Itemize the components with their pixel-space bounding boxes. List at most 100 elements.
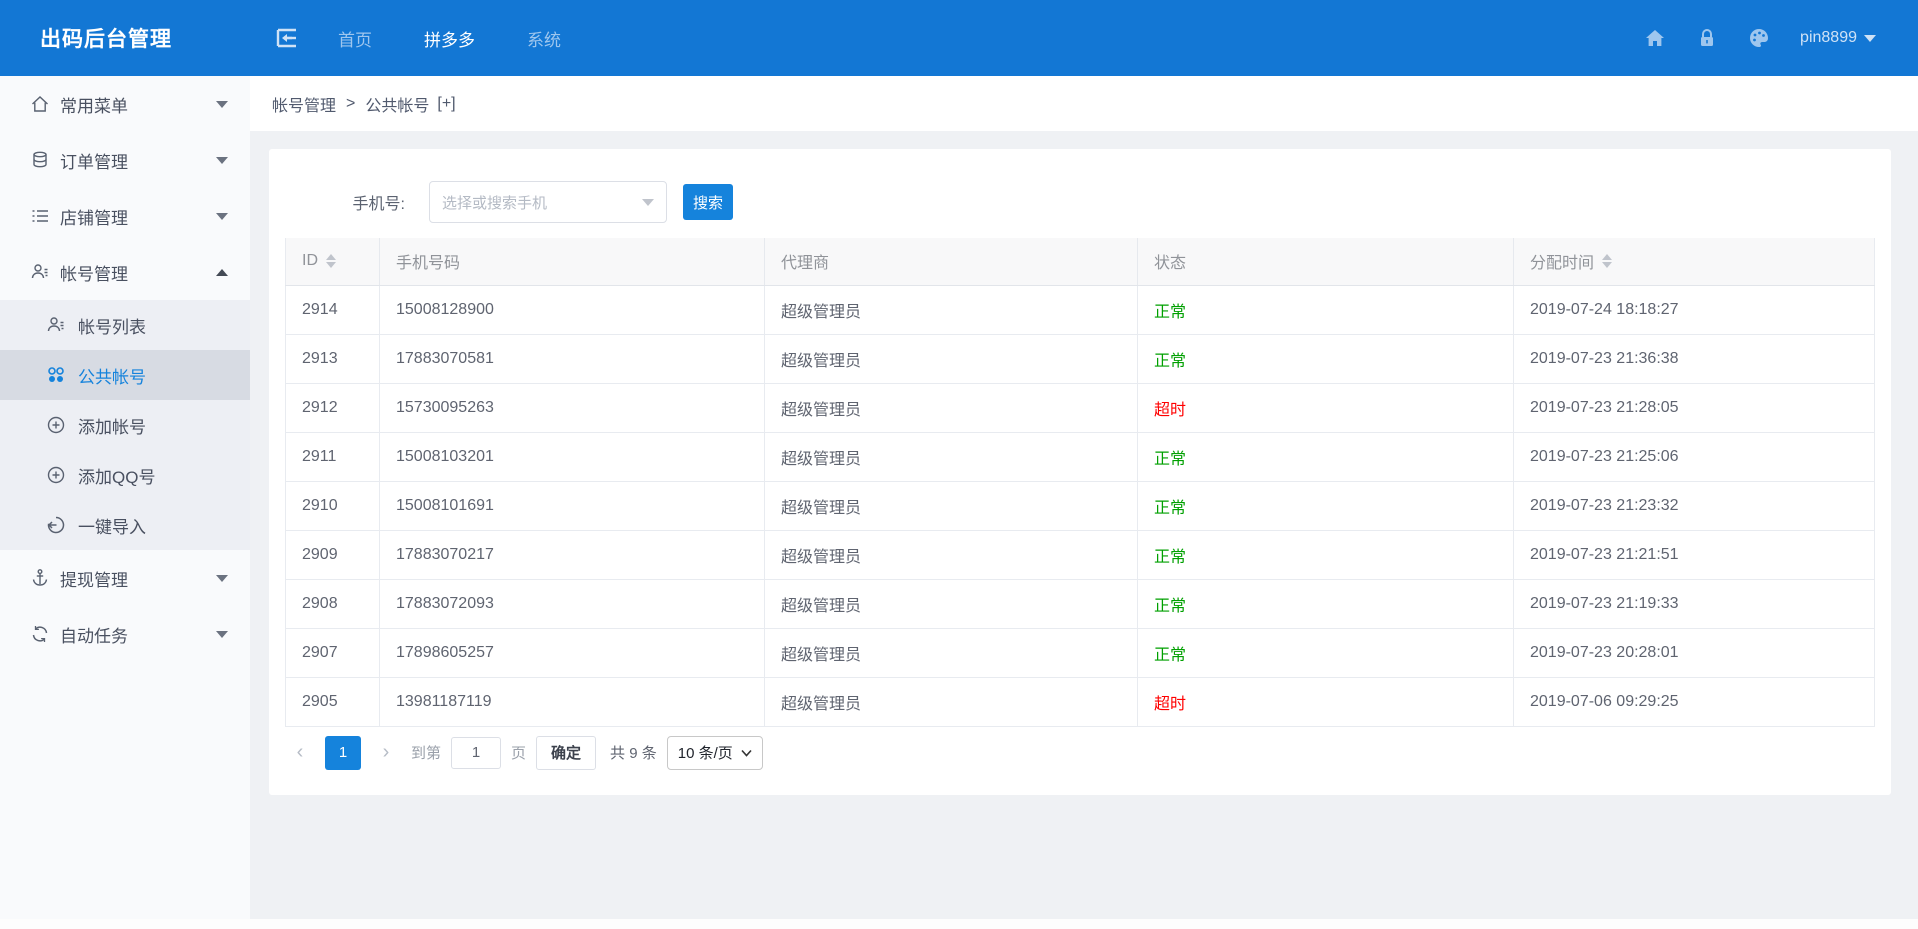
confirm-button[interactable]: 确定 <box>536 736 596 770</box>
cell-phone: 17883070581 <box>380 334 765 383</box>
cell-agent: 超级管理员 <box>765 481 1138 530</box>
phone-field-label: 手机号: <box>285 190 405 214</box>
breadcrumb-parent[interactable]: 帐号管理 <box>272 92 336 116</box>
cell-agent: 超级管理员 <box>765 334 1138 383</box>
plus-circle-icon <box>46 465 66 485</box>
home-icon[interactable] <box>1644 27 1666 49</box>
sidebar-item-public-accounts[interactable]: 公共帐号 <box>0 350 250 400</box>
app-title: 出码后台管理 <box>0 23 250 53</box>
prev-page-button[interactable]: ‹ <box>285 736 315 770</box>
sidebar-item-label: 自动任务 <box>60 622 128 647</box>
column-header-time[interactable]: 分配时间 <box>1514 238 1875 285</box>
table-row: 2913 17883070581 超级管理员 正常 2019-07-23 21:… <box>286 334 1875 383</box>
user-menu[interactable]: pin8899 <box>1800 29 1876 47</box>
cell-id: 2914 <box>286 285 380 334</box>
chevron-down-icon <box>642 199 654 206</box>
sidebar-item-add-account[interactable]: 添加帐号 <box>0 400 250 450</box>
plus-circle-icon <box>46 415 66 435</box>
page-size-value: 10 条/页 <box>678 742 733 763</box>
import-icon <box>46 515 66 535</box>
cell-time: 2019-07-23 21:36:38 <box>1514 334 1875 383</box>
page-size-select[interactable]: 10 条/页 <box>667 736 763 770</box>
table-row: 2909 17883070217 超级管理员 正常 2019-07-23 21:… <box>286 530 1875 579</box>
chevron-up-icon <box>216 269 228 276</box>
next-page-button[interactable]: › <box>371 736 401 770</box>
status-badge: 正常 <box>1138 628 1514 677</box>
breadcrumb: 帐号管理 > 公共帐号 [+] <box>250 76 1918 131</box>
chevron-down-icon <box>216 213 228 220</box>
nav-item-pinduoduo[interactable]: 拼多多 <box>424 26 475 51</box>
chevron-down-icon <box>216 575 228 582</box>
column-header-status: 状态 <box>1138 238 1514 285</box>
top-header-bar: 出码后台管理 首页 拼多多 系统 pin8899 <box>0 0 1918 76</box>
sidebar-item-account-list[interactable]: 帐号列表 <box>0 300 250 350</box>
status-badge: 正常 <box>1138 579 1514 628</box>
cell-time: 2019-07-23 21:25:06 <box>1514 432 1875 481</box>
cell-phone: 17883072093 <box>380 579 765 628</box>
status-badge: 正常 <box>1138 481 1514 530</box>
cell-phone: 17883070217 <box>380 530 765 579</box>
sidebar-item-common-menu[interactable]: 常用菜单 <box>0 76 250 132</box>
chevron-down-icon <box>216 101 228 108</box>
user-group-icon <box>30 262 50 282</box>
cell-agent: 超级管理员 <box>765 383 1138 432</box>
phone-select[interactable]: 选择或搜索手机 <box>429 181 667 223</box>
cell-id: 2907 <box>286 628 380 677</box>
pagination: ‹ 1 › 到第 页 确定 共 9 条 10 条/页 <box>285 733 1875 773</box>
sidebar-item-label: 添加帐号 <box>78 413 146 438</box>
sidebar-item-withdraw[interactable]: 提现管理 <box>0 550 250 606</box>
cell-phone: 15008128900 <box>380 285 765 334</box>
chevron-down-icon <box>216 157 228 164</box>
nav-item-system[interactable]: 系统 <box>527 26 561 51</box>
cell-id: 2912 <box>286 383 380 432</box>
database-icon <box>30 150 50 170</box>
sidebar-item-label: 帐号列表 <box>78 313 146 338</box>
sidebar-item-add-qq[interactable]: 添加QQ号 <box>0 450 250 500</box>
cell-agent: 超级管理员 <box>765 530 1138 579</box>
column-header-agent: 代理商 <box>765 238 1138 285</box>
sidebar-collapse-icon[interactable] <box>274 25 300 51</box>
sidebar-item-auto-tasks[interactable]: 自动任务 <box>0 606 250 662</box>
column-header-phone: 手机号码 <box>380 238 765 285</box>
cell-agent: 超级管理员 <box>765 285 1138 334</box>
cell-time: 2019-07-06 09:29:25 <box>1514 677 1875 726</box>
sidebar-item-accounts[interactable]: 帐号管理 <box>0 244 250 300</box>
goto-page-input[interactable] <box>451 737 501 769</box>
sidebar-item-label: 常用菜单 <box>60 92 128 117</box>
status-badge: 正常 <box>1138 432 1514 481</box>
page-number-button[interactable]: 1 <box>325 736 361 770</box>
sidebar-item-label: 一键导入 <box>78 513 146 538</box>
circles-grid-icon <box>46 365 66 385</box>
home-outline-icon <box>30 94 50 114</box>
table-row: 2905 13981187119 超级管理员 超时 2019-07-06 09:… <box>286 677 1875 726</box>
sort-icon[interactable] <box>326 254 336 268</box>
palette-icon[interactable] <box>1748 27 1770 49</box>
loop-icon <box>30 624 50 644</box>
cell-time: 2019-07-23 21:21:51 <box>1514 530 1875 579</box>
chevron-down-icon <box>216 631 228 638</box>
sort-icon[interactable] <box>1602 254 1612 268</box>
status-badge: 超时 <box>1138 677 1514 726</box>
chevron-down-icon <box>741 749 752 757</box>
cell-phone: 15730095263 <box>380 383 765 432</box>
nav-item-home[interactable]: 首页 <box>338 26 372 51</box>
table-row: 2914 15008128900 超级管理员 正常 2019-07-24 18:… <box>286 285 1875 334</box>
sidebar-item-import[interactable]: 一键导入 <box>0 500 250 550</box>
cell-time: 2019-07-23 21:23:32 <box>1514 481 1875 530</box>
cell-agent: 超级管理员 <box>765 628 1138 677</box>
list-icon <box>30 206 50 226</box>
sidebar-item-label: 添加QQ号 <box>78 463 155 488</box>
cell-time: 2019-07-23 21:19:33 <box>1514 579 1875 628</box>
breadcrumb-plus[interactable]: [+] <box>437 95 455 113</box>
sidebar-item-orders[interactable]: 订单管理 <box>0 132 250 188</box>
cell-id: 2911 <box>286 432 380 481</box>
status-badge: 超时 <box>1138 383 1514 432</box>
cell-phone: 17898605257 <box>380 628 765 677</box>
search-button[interactable]: 搜索 <box>683 184 733 220</box>
cell-agent: 超级管理员 <box>765 677 1138 726</box>
cell-time: 2019-07-23 20:28:01 <box>1514 628 1875 677</box>
sidebar-item-shops[interactable]: 店铺管理 <box>0 188 250 244</box>
lock-icon[interactable] <box>1696 27 1718 49</box>
column-header-id[interactable]: ID <box>286 238 380 285</box>
table-header-row: ID 手机号码 代理商 状态 分配时间 <box>286 238 1875 285</box>
